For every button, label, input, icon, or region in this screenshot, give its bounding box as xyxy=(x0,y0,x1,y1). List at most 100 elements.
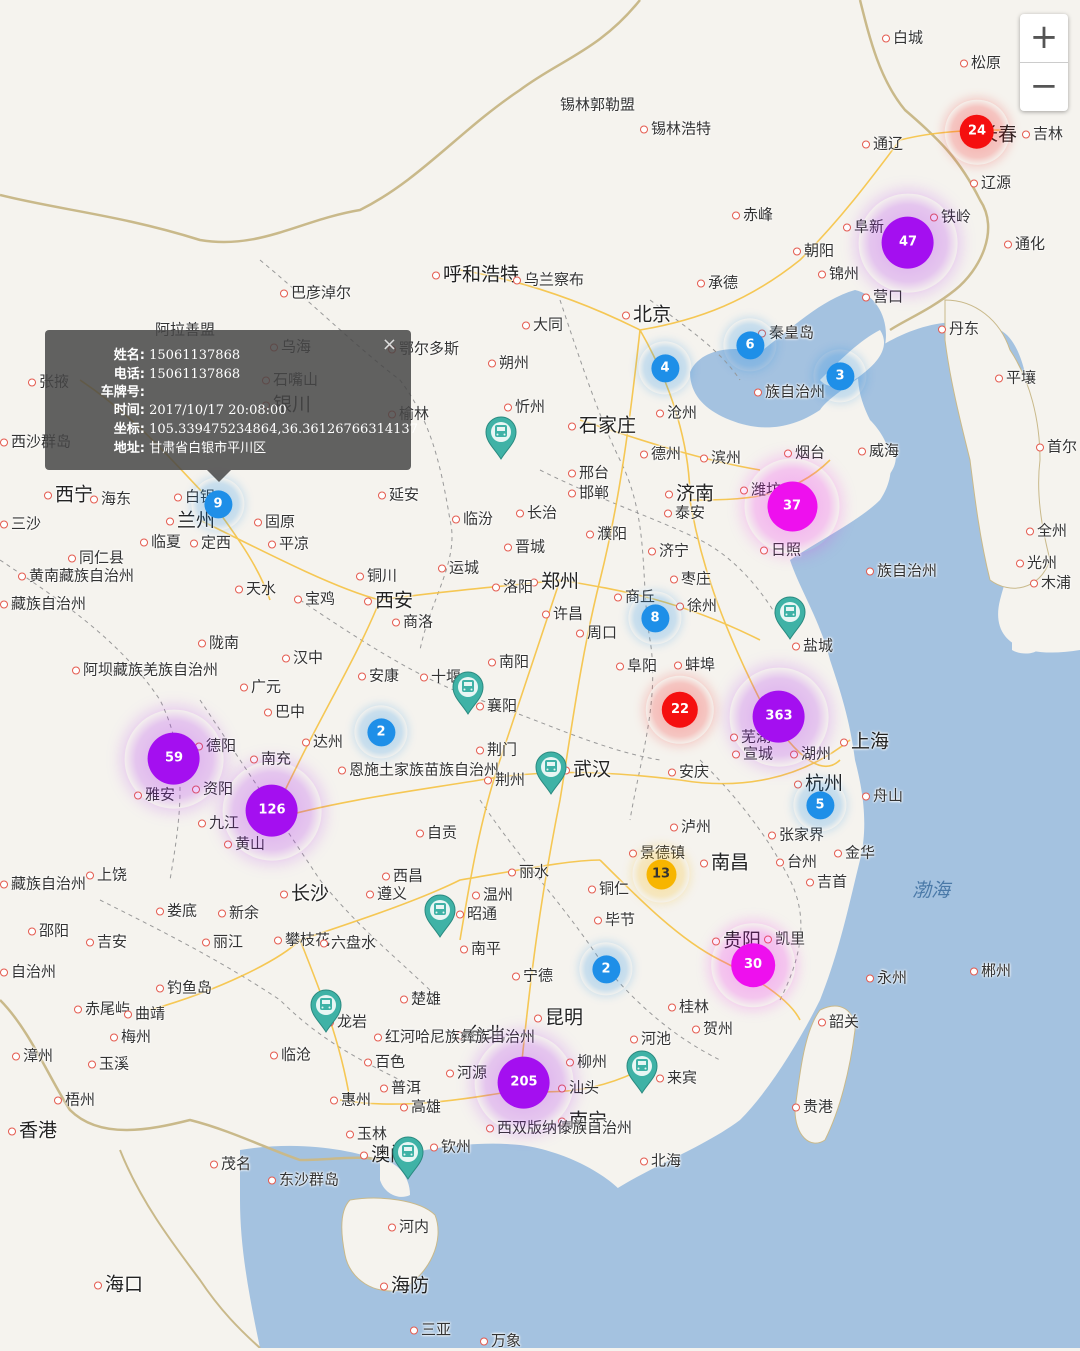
city-dot-icon xyxy=(576,629,584,637)
city-dot-icon xyxy=(156,907,164,915)
city-label: 普洱 xyxy=(380,1077,421,1098)
city-dot-icon xyxy=(818,1018,826,1026)
city-label: 贺州 xyxy=(692,1018,733,1039)
vehicle-cluster-marker[interactable]: 9 xyxy=(191,477,245,531)
city-name: 三沙 xyxy=(11,514,42,533)
city-dot-icon xyxy=(380,1084,388,1092)
vehicle-pin-icon[interactable] xyxy=(773,596,807,640)
vehicle-cluster-marker[interactable]: 47 xyxy=(858,193,958,293)
city-label: 台州 xyxy=(776,851,817,872)
vehicle-pin-icon[interactable] xyxy=(423,894,457,938)
city-name: 巴彦淖尔 xyxy=(291,283,352,302)
city-label: 长沙 xyxy=(280,879,329,906)
city-dot-icon xyxy=(656,409,664,417)
city-name: 海口 xyxy=(105,1273,144,1296)
cluster-count: 59 xyxy=(147,732,200,785)
city-label: 许昌 xyxy=(542,603,583,624)
vehicle-cluster-marker[interactable]: 363 xyxy=(729,667,829,767)
vehicle-cluster-marker[interactable]: 126 xyxy=(222,761,322,861)
city-label: 邵阳 xyxy=(28,920,69,941)
city-name: 石家庄 xyxy=(579,414,637,437)
city-dot-icon xyxy=(630,1035,638,1043)
city-label: 平凉 xyxy=(268,533,309,554)
city-dot-icon xyxy=(198,639,206,647)
city-name: 新余 xyxy=(229,903,260,922)
city-dot-icon xyxy=(512,972,520,980)
vehicle-cluster-marker[interactable]: 59 xyxy=(124,709,224,809)
vehicle-pin-icon[interactable] xyxy=(391,1136,425,1180)
city-label: 惠州 xyxy=(330,1089,371,1110)
city-dot-icon xyxy=(504,403,512,411)
city-dot-icon xyxy=(28,927,36,935)
city-dot-icon xyxy=(542,610,550,618)
zoom-out-button[interactable]: − xyxy=(1020,63,1068,111)
vehicle-pin-icon[interactable] xyxy=(625,1050,659,1094)
city-dot-icon xyxy=(806,878,814,886)
city-label: 锦州 xyxy=(818,263,859,284)
address-label: 地址: xyxy=(113,441,145,456)
vehicle-cluster-marker[interactable]: 3 xyxy=(813,349,867,403)
city-name: 德州 xyxy=(651,444,682,463)
vehicle-pin-icon[interactable] xyxy=(484,416,518,460)
city-label: 广元 xyxy=(240,676,281,697)
vehicle-cluster-marker[interactable]: 4 xyxy=(638,341,692,395)
city-dot-icon xyxy=(792,1103,800,1111)
vehicle-cluster-marker[interactable]: 8 xyxy=(628,591,682,645)
popup-close-button[interactable]: × xyxy=(382,334,397,355)
city-dot-icon xyxy=(388,1223,396,1231)
city-dot-icon xyxy=(862,140,870,148)
city-label: 木浦 xyxy=(1030,572,1071,593)
city-label: 大同 xyxy=(522,314,563,335)
city-dot-icon xyxy=(588,885,596,893)
city-name: 南阳 xyxy=(499,652,530,671)
city-label: 丽水 xyxy=(508,861,549,882)
vehicle-cluster-marker[interactable]: 24 xyxy=(944,99,1010,165)
vehicle-cluster-marker[interactable]: 13 xyxy=(632,845,690,903)
city-name: 上海 xyxy=(851,730,890,753)
vehicle-cluster-marker[interactable]: 5 xyxy=(793,778,847,832)
city-dot-icon xyxy=(28,378,36,386)
city-name: 全州 xyxy=(1037,521,1068,540)
vehicle-cluster-marker[interactable]: 6 xyxy=(723,318,777,372)
map-canvas[interactable]: 白城松原长春吉林通辽辽源锡林郭勒盟锡林浩特赤峰阜新铁岭朝阳通化锦州营口承德丹东呼… xyxy=(0,0,1080,1350)
vehicle-pin-icon[interactable] xyxy=(534,751,568,795)
city-label: 族自治州 xyxy=(866,560,937,581)
city-name: 盐城 xyxy=(803,636,834,655)
city-dot-icon xyxy=(504,543,512,551)
city-dot-icon xyxy=(235,585,243,593)
vehicle-cluster-marker[interactable]: 2 xyxy=(354,705,408,759)
city-dot-icon xyxy=(382,872,390,880)
city-name: 木浦 xyxy=(1041,573,1072,592)
city-label: 平壤 xyxy=(995,367,1036,388)
city-name: 钦州 xyxy=(441,1137,472,1156)
vehicle-cluster-marker[interactable]: 37 xyxy=(744,458,840,554)
city-label: 赤尾屿 xyxy=(74,998,130,1019)
vehicle-cluster-marker[interactable]: 205 xyxy=(474,1033,574,1133)
city-name: 徐州 xyxy=(687,596,718,615)
city-label: 高雄 xyxy=(400,1096,441,1117)
vehicle-cluster-marker[interactable]: 30 xyxy=(711,923,795,1007)
city-name: 东沙群岛 xyxy=(279,1170,340,1189)
vehicle-cluster-marker[interactable]: 2 xyxy=(579,942,633,996)
city-label: 柳州 xyxy=(566,1051,607,1072)
cluster-count: 2 xyxy=(592,955,620,983)
city-name: 呼和浩特 xyxy=(443,263,520,286)
city-name: 襄阳 xyxy=(487,696,518,715)
city-label: 松原 xyxy=(960,52,1001,73)
city-label: 茂名 xyxy=(210,1153,251,1174)
city-label: 昆明 xyxy=(534,1003,583,1030)
vehicle-pin-icon[interactable] xyxy=(451,671,485,715)
cluster-count: 205 xyxy=(497,1056,550,1109)
city-name: 通辽 xyxy=(873,134,904,153)
city-dot-icon xyxy=(360,1151,368,1159)
city-name: 娄底 xyxy=(167,901,198,920)
city-dot-icon xyxy=(12,1052,20,1060)
vehicle-pin-icon[interactable] xyxy=(309,989,343,1033)
city-name: 藏族自治州 xyxy=(11,594,87,613)
zoom-in-button[interactable]: + xyxy=(1020,14,1068,63)
city-dot-icon xyxy=(665,490,673,498)
city-name: 三亚 xyxy=(421,1320,452,1339)
city-dot-icon xyxy=(44,491,52,499)
city-label: 永州 xyxy=(866,967,907,988)
city-name: 海东 xyxy=(101,489,132,508)
